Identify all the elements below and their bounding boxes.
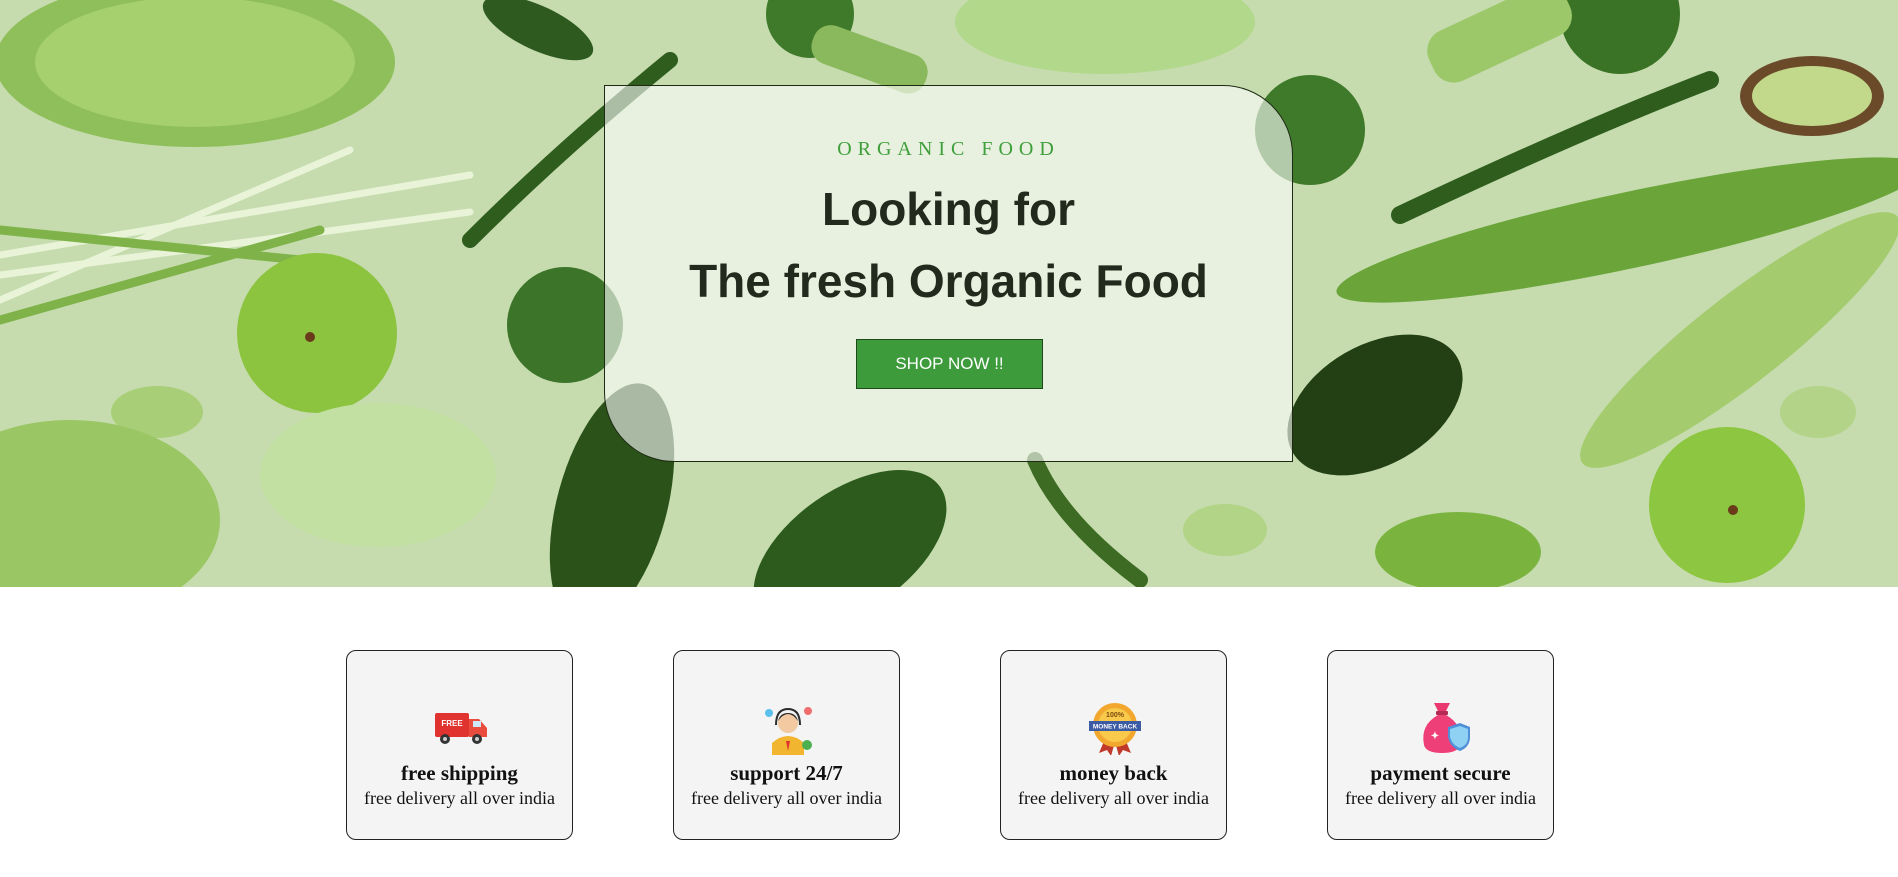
svg-text:MONEY BACK: MONEY BACK [1093,724,1138,731]
money-back-badge-icon: MONEY BACK 100% [1089,703,1141,755]
hero-banner: ORGANIC FOOD Looking for The fresh Organ… [0,0,1898,587]
hero-headline-line2: The fresh Organic Food [689,255,1208,307]
features-section: FREE free shipping free delivery all ove… [0,587,1898,877]
svg-text:✦: ✦ [1431,731,1439,742]
feature-title: payment secure [1370,761,1511,785]
feature-card-money-back: MONEY BACK 100% money back free delivery… [1000,650,1227,840]
svg-text:100%: 100% [1106,712,1125,719]
hero-headline-line1: Looking for [822,183,1075,235]
feature-card-support: support 24/7 free delivery all over indi… [673,650,900,840]
support-agent-icon [765,707,812,755]
feature-card-free-shipping: FREE free shipping free delivery all ove… [346,650,573,840]
hero-eyebrow: ORGANIC FOOD [837,138,1060,160]
secure-payment-bag-icon: ✦ [1423,703,1470,753]
feature-title: free shipping [401,761,518,785]
feature-description: free delivery all over india [1345,788,1536,808]
hero-card: ORGANIC FOOD Looking for The fresh Organ… [604,85,1293,462]
free-shipping-truck-icon: FREE [435,713,487,744]
feature-card-payment-secure: ✦ payment secure free delivery all over … [1327,650,1554,840]
feature-title: support 24/7 [730,761,843,785]
shop-now-button[interactable]: SHOP NOW !! [856,339,1043,389]
feature-description: free delivery all over india [1018,788,1209,808]
feature-description: free delivery all over india [364,788,555,808]
feature-title: money back [1059,761,1168,785]
feature-description: free delivery all over india [691,788,882,808]
svg-text:FREE: FREE [441,719,463,728]
